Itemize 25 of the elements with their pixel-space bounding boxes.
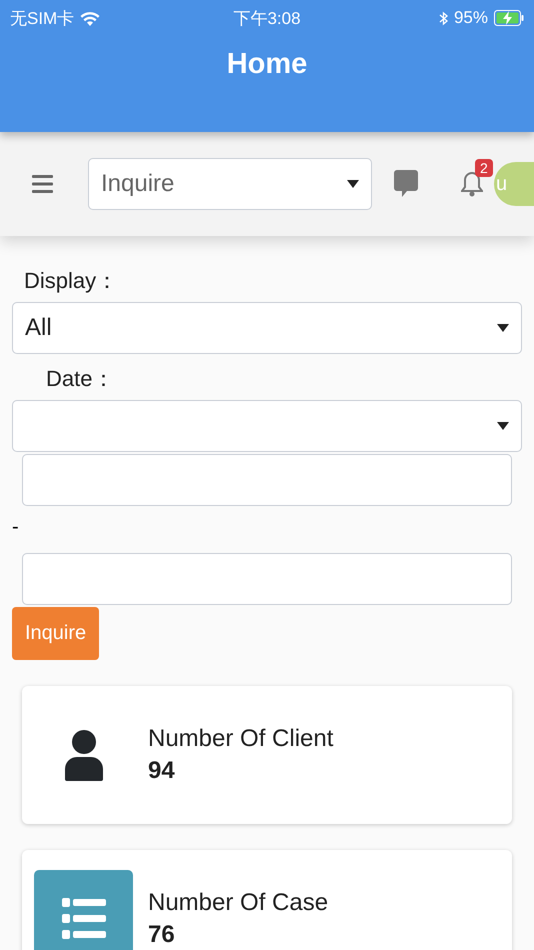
wifi-icon [80,10,100,26]
start-date-field[interactable] [22,454,512,506]
end-date-field[interactable] [22,553,512,605]
stat-value: 94 [148,757,176,785]
chat-icon[interactable] [394,170,418,198]
search-select[interactable]: Inquire [88,158,372,210]
clock-text: 下午3:08 [233,8,301,30]
bluetooth-icon [438,10,448,26]
caret-icon [497,324,509,332]
notification-badge: 2 [475,159,493,177]
battery-percent: 95% [454,8,488,28]
display-label: Display： [24,267,120,295]
stat-value: 76 [148,921,176,949]
range-separator: - [12,516,20,539]
caret-icon [497,422,509,430]
caret-icon [347,180,359,188]
person-icon [64,729,102,781]
display-select[interactable]: All [12,302,522,354]
page-title: Home [226,48,308,81]
stat-label: Number Of Case [148,889,328,917]
carrier-text: 无SIM卡 [10,8,74,30]
menu-icon[interactable] [32,174,53,194]
stat-label: Number Of Client [148,725,334,753]
bell-icon[interactable] [461,171,483,197]
date-label: Date： [46,365,116,393]
